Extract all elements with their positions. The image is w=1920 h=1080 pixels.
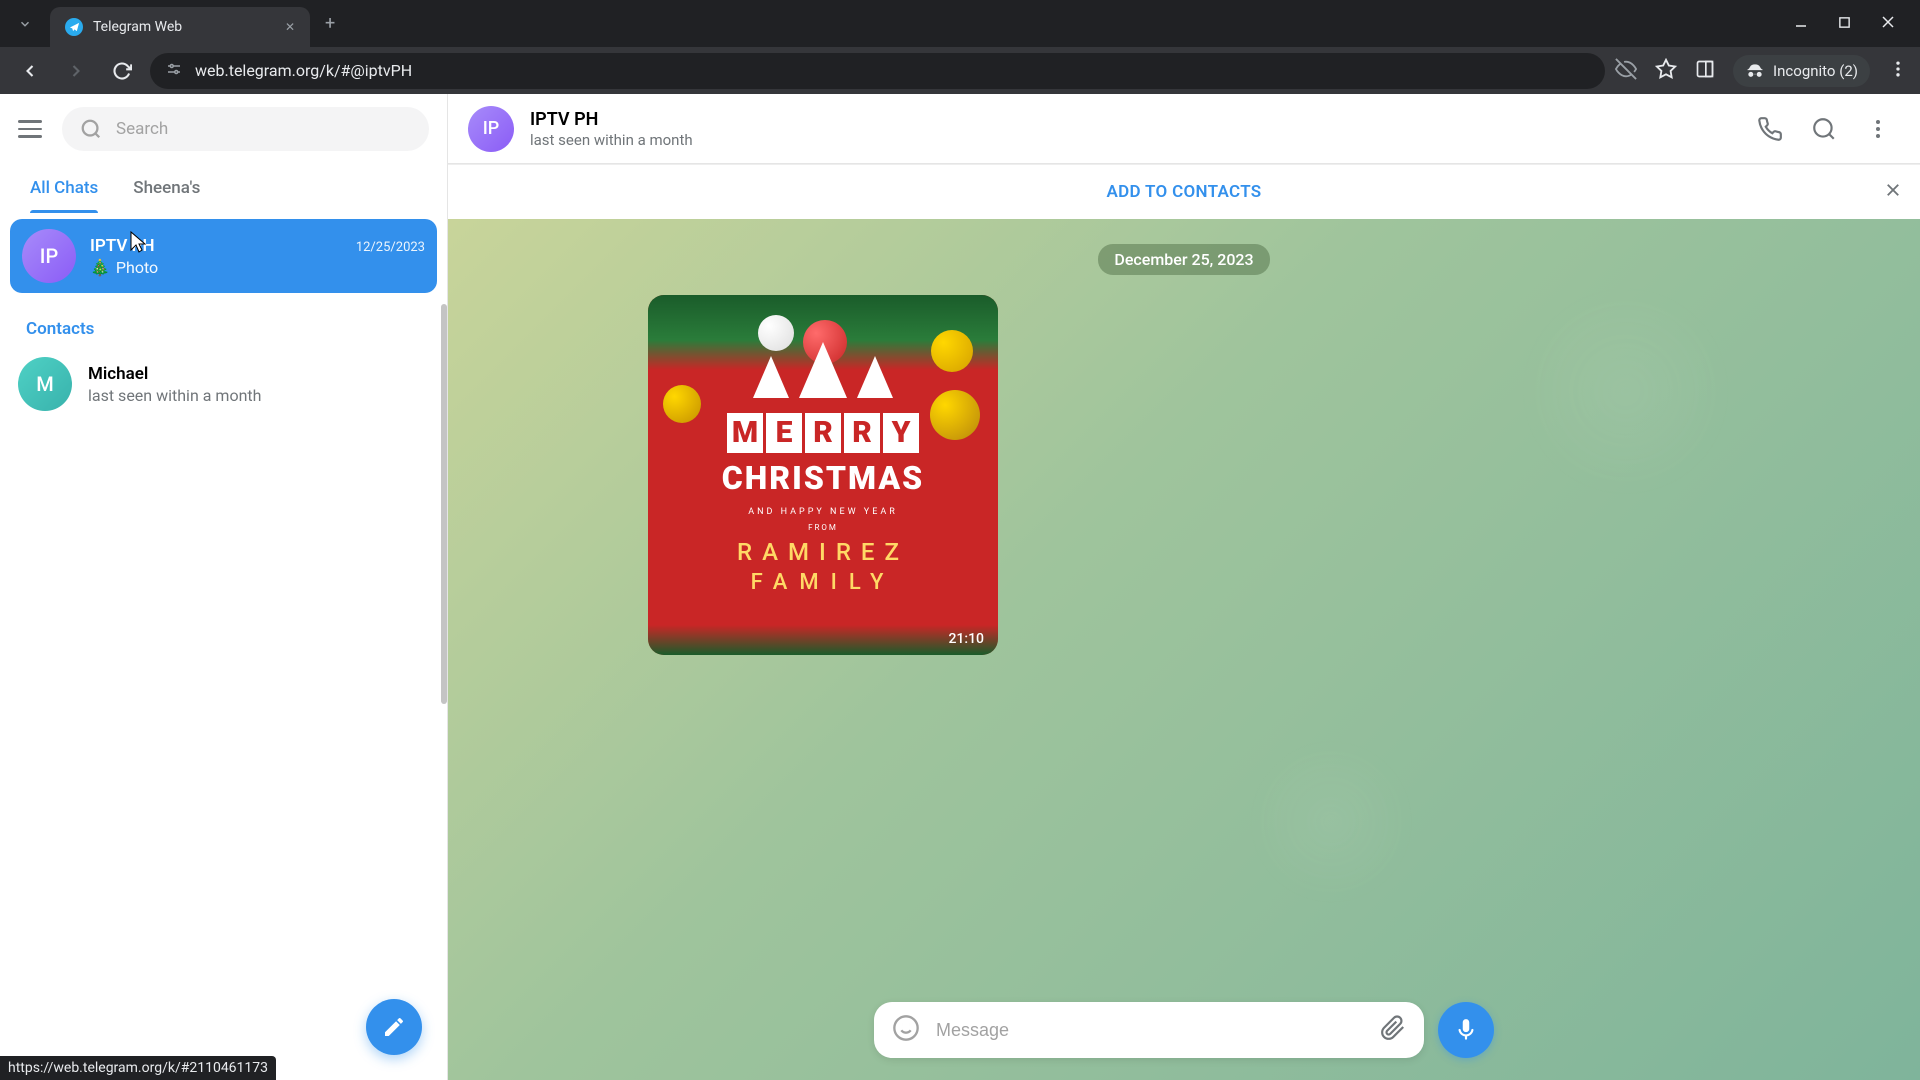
preview-text: Photo	[116, 258, 158, 277]
status-bar-link: https://web.telegram.org/k/#2110461173	[0, 1056, 276, 1080]
sidebar: Search All Chats Sheena's IP IPTV PH 12/…	[0, 94, 448, 1080]
search-icon	[80, 118, 102, 140]
telegram-favicon-icon	[65, 18, 83, 36]
chat-menu-button[interactable]	[1856, 107, 1900, 151]
browser-tab-strip: Telegram Web ✕ +	[0, 0, 1920, 47]
contact-status: last seen within a month	[88, 386, 261, 405]
message-composer	[874, 1002, 1424, 1058]
tab-custom[interactable]: Sheena's	[133, 164, 200, 212]
new-tab-button[interactable]: +	[325, 13, 335, 34]
chat-list: IP IPTV PH 12/25/2023 🎄 Photo	[0, 213, 447, 299]
search-in-chat-button[interactable]	[1802, 107, 1846, 151]
contacts-section-label: Contacts	[0, 299, 447, 349]
forward-button[interactable]	[58, 53, 94, 89]
incognito-label: Incognito (2)	[1773, 62, 1858, 80]
contact-item-michael[interactable]: M Michael last seen within a month	[0, 349, 447, 419]
main-menu-button[interactable]	[18, 117, 42, 141]
message-photo[interactable]: MERRY CHRISTMAS AND HAPPY NEW YEAR FROM …	[648, 295, 998, 655]
telegram-app: Search All Chats Sheena's IP IPTV PH 12/…	[0, 94, 1920, 1080]
add-to-contacts-button[interactable]: ADD TO CONTACTS	[1107, 182, 1262, 202]
preview-emoji: 🎄	[90, 258, 110, 277]
avatar[interactable]: IP	[468, 106, 514, 152]
microphone-icon	[1453, 1017, 1479, 1043]
emoji-button[interactable]	[892, 1014, 920, 1046]
chat-pane: IP IPTV PH last seen within a month ADD …	[448, 94, 1920, 1080]
url-text: web.telegram.org/k/#@iptvPH	[195, 61, 412, 80]
date-separator: December 25, 2023	[1098, 244, 1269, 275]
browser-tab[interactable]: Telegram Web ✕	[50, 7, 310, 47]
back-button[interactable]	[12, 53, 48, 89]
chat-date: 12/25/2023	[356, 240, 425, 255]
chat-header-info[interactable]: IPTV PH last seen within a month	[530, 109, 1732, 149]
card-sub1: AND HAPPY NEW YEAR	[748, 507, 897, 517]
message-input[interactable]	[936, 1020, 1364, 1041]
card-family1: RAMIREZ	[737, 538, 909, 566]
search-input[interactable]: Search	[62, 107, 429, 151]
window-close-button[interactable]	[1881, 14, 1895, 33]
scrollbar[interactable]	[441, 304, 447, 1080]
reading-list-button[interactable]	[1695, 59, 1715, 83]
chat-title: IPTV PH	[530, 109, 1732, 130]
browser-toolbar: web.telegram.org/k/#@iptvPH Incognito (2…	[0, 47, 1920, 94]
address-bar[interactable]: web.telegram.org/k/#@iptvPH	[150, 53, 1605, 89]
bookmark-star-button[interactable]	[1655, 58, 1677, 84]
window-minimize-button[interactable]	[1794, 14, 1808, 33]
tab-search-button[interactable]	[10, 9, 40, 39]
attach-button[interactable]	[1380, 1015, 1406, 1045]
voice-message-button[interactable]	[1438, 1002, 1494, 1058]
search-placeholder: Search	[116, 119, 168, 139]
dismiss-bar-button[interactable]	[1884, 181, 1902, 203]
window-maximize-button[interactable]	[1838, 14, 1851, 33]
chat-item-iptvph[interactable]: IP IPTV PH 12/25/2023 🎄 Photo	[10, 219, 437, 293]
new-message-button[interactable]	[366, 999, 422, 1055]
chat-subtitle: last seen within a month	[530, 131, 1732, 149]
folder-tabs: All Chats Sheena's	[0, 164, 447, 213]
sidebar-header: Search	[0, 94, 447, 164]
card-sub2: FROM	[808, 523, 838, 532]
tab-close-button[interactable]: ✕	[285, 20, 295, 34]
reload-button[interactable]	[104, 53, 140, 89]
tab-title: Telegram Web	[93, 19, 182, 35]
message-time: 21:10	[948, 631, 984, 647]
eye-off-icon[interactable]	[1615, 58, 1637, 84]
contact-name: Michael	[88, 364, 261, 384]
incognito-icon	[1745, 61, 1765, 81]
add-to-contacts-bar: ADD TO CONTACTS	[448, 164, 1920, 219]
messages-area[interactable]: December 25, 2023 MERRY CHRISTMAS AND HA…	[448, 219, 1920, 1080]
chat-name: IPTV PH	[90, 236, 155, 256]
card-christmas: CHRISTMAS	[722, 459, 924, 497]
browser-menu-button[interactable]	[1888, 59, 1908, 83]
avatar: IP	[22, 229, 76, 283]
tab-all-chats[interactable]: All Chats	[30, 164, 98, 212]
call-button[interactable]	[1748, 107, 1792, 151]
incognito-badge[interactable]: Incognito (2)	[1733, 55, 1870, 87]
card-family2: FAMILY	[751, 570, 896, 595]
site-settings-icon[interactable]	[165, 60, 183, 82]
pencil-icon	[382, 1015, 406, 1039]
card-merry: MERRY	[727, 413, 919, 453]
chat-header: IP IPTV PH last seen within a month	[448, 94, 1920, 164]
avatar: M	[18, 357, 72, 411]
